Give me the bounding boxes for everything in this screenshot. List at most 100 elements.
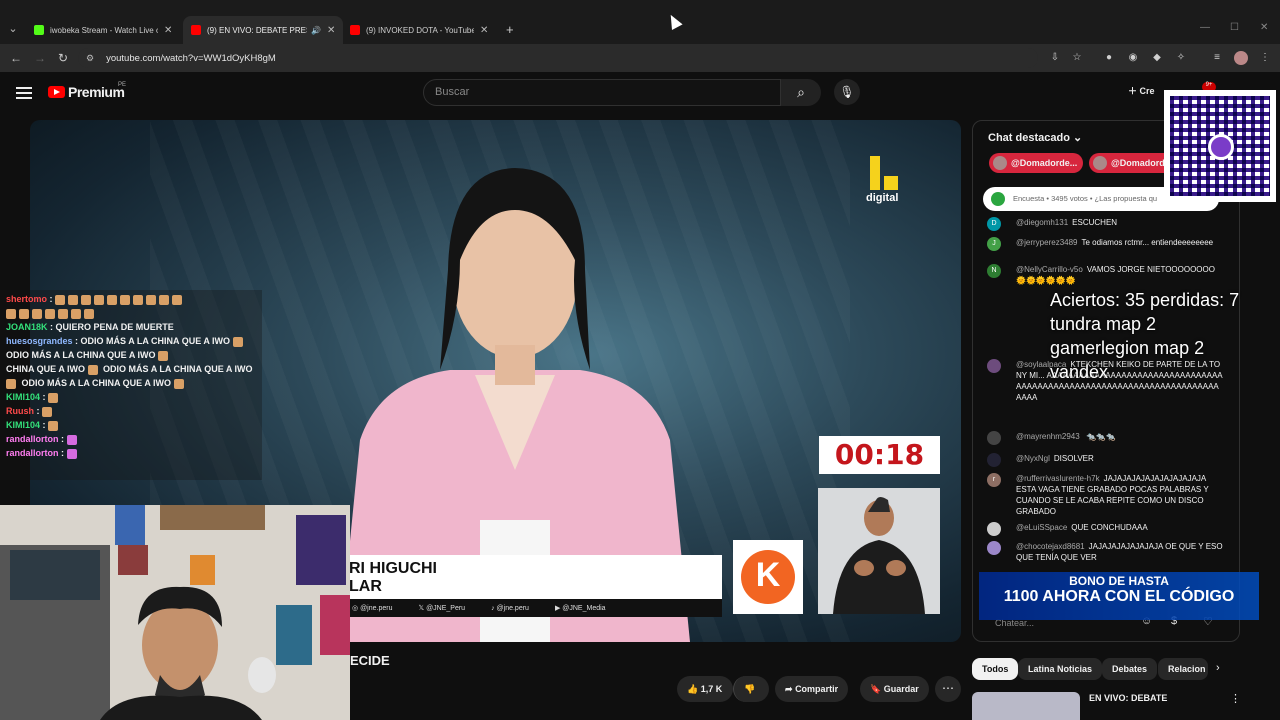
k-logo-letter: K — [755, 556, 781, 594]
chip-todos[interactable]: Todos — [972, 658, 1019, 680]
tab-invoked-dota[interactable]: (9) INVOKED DOTA - YouTube ✕ — [342, 16, 496, 44]
like-button[interactable]: 👍 1,7 K — [677, 676, 733, 702]
extension-icon[interactable]: ◉ — [1126, 51, 1140, 65]
overlay-chat-line: CHINA QUE A IWO ODIO MÁS A LA CHINA QUE … — [6, 364, 253, 375]
avatar — [987, 453, 1001, 467]
stats-line: tundra map 2 — [1050, 314, 1157, 334]
tab-title: iwobeka Stream - Watch Live o — [50, 25, 158, 35]
share-button[interactable]: ➦ Compartir — [775, 676, 849, 702]
chat-message: J @jerryperez3489 Te odiamos rctmr... ent… — [987, 237, 1223, 251]
tab-title: (9) INVOKED DOTA - YouTube — [366, 25, 474, 35]
stats-line: vandex — [1050, 362, 1109, 382]
extension-icon[interactable]: ● — [1102, 51, 1116, 65]
related-thumbnail[interactable] — [972, 692, 1080, 720]
overlay-chat-line: ODIO MÁS A LA CHINA QUE A IWO — [6, 348, 256, 362]
avatar: D — [987, 217, 1001, 231]
chevron-right-icon[interactable]: › — [1216, 662, 1220, 674]
browser-menu-icon[interactable]: ⋮ — [1258, 51, 1272, 65]
poll-text: Encuesta • 3495 votos • ¿Las propuesta q… — [1013, 194, 1158, 203]
overlay-chat-line: JOAN18K : QUIERO PENA DE MUERTE — [6, 322, 174, 332]
close-tab-icon[interactable]: ✕ — [327, 25, 335, 36]
search-input[interactable]: Buscar — [423, 79, 781, 106]
related-video-item[interactable]: EN VIVO: DEBATE ⋮ — [972, 690, 1272, 720]
search-icon[interactable]: ⌕ — [781, 79, 821, 106]
youtube-handle: ▶ @JNE_Media — [554, 605, 606, 612]
chat-message: @mayrenhm2943 🐀🐀🐀 — [987, 431, 1223, 445]
related-title[interactable]: EN VIVO: DEBATE — [1089, 693, 1167, 703]
chat-message: @NyxNgl DISOLVER — [987, 453, 1223, 467]
reload-icon[interactable]: ↻ — [58, 51, 68, 65]
youtube-favicon-icon — [350, 25, 360, 35]
more-actions-icon[interactable]: ⋯ — [935, 676, 961, 702]
speaker-icon[interactable]: 🔊 — [311, 26, 321, 35]
youtube-favicon-icon — [191, 25, 201, 35]
supporter-chip[interactable]: @Domadorde — [1089, 153, 1176, 173]
thumbs-down-icon: 👎 — [744, 683, 756, 694]
close-tab-icon[interactable]: ✕ — [164, 25, 172, 36]
instagram-handle: ◎ @jne.peru — [352, 605, 393, 612]
browser-toolbar: ← → ↻ ⚙ youtube.com/watch?v=WW1dOyKH8gM … — [0, 44, 1280, 72]
stats-line: gamerlegion map 2 — [1050, 338, 1205, 358]
close-tab-icon[interactable]: ✕ — [480, 25, 488, 36]
avatar — [987, 359, 1001, 373]
stats-line: Aciertos: 35 perdidas: 7 — [1050, 290, 1240, 310]
forward-icon[interactable]: → — [34, 51, 46, 65]
microphone-icon[interactable]: 🎙 — [834, 79, 860, 105]
sponsor-banner: BONO DE HASTA 1100 AHORA CON EL CÓDIGO — [979, 572, 1259, 620]
avatar: N — [987, 264, 1001, 278]
avatar — [987, 522, 1001, 536]
extensions-puzzle-icon[interactable]: ✧ — [1174, 51, 1188, 65]
chevron-down-icon: ⌄ — [1072, 132, 1083, 144]
country-code: PE — [118, 82, 127, 88]
channel-logo-label: digital — [866, 192, 899, 204]
save-button[interactable]: 🔖 Guardar — [860, 676, 929, 702]
stream-overlay-chat: shertomo : JOAN18K : QUIERO PENA DE MUER… — [0, 290, 262, 480]
overlay-chat-line — [6, 306, 256, 320]
chip-relacion[interactable]: Relacion — [1158, 658, 1208, 680]
hamburger-menu-icon[interactable] — [16, 84, 32, 100]
chat-message: @chocotejaxd8681 JAJAJAJAJAJAJAJA OE QUE … — [987, 541, 1223, 563]
streamer-webcam — [0, 505, 350, 720]
sponsor-banner-line2: 1100 AHORA CON EL CÓDIGO — [1003, 588, 1235, 605]
close-window-icon[interactable]: ✕ — [1260, 22, 1268, 33]
site-info-icon[interactable]: ⚙ — [86, 53, 94, 64]
tab-kick-stream[interactable]: iwobeka Stream - Watch Live o ✕ — [26, 16, 180, 44]
overlay-chat-line: KIMI104 : — [6, 418, 256, 432]
maximize-icon[interactable]: ☐ — [1230, 22, 1239, 33]
overlay-chat-line: randallorton : — [6, 446, 256, 460]
chip-debates[interactable]: Debates — [1102, 658, 1158, 680]
debate-timer: 00:18 — [819, 436, 940, 474]
overlay-chat-line: huesosgrandes : ODIO MÁS A LA CHINA QUE … — [6, 334, 256, 348]
overlay-chat-line: shertomo : — [6, 292, 256, 306]
chat-mode-dropdown[interactable]: Chat destacado ⌄ — [988, 131, 1082, 144]
tab-search-button[interactable]: ⌄ — [4, 20, 22, 38]
tab-debate[interactable]: (9) EN VIVO: DEBATE PRESI 🔊 ✕ — [183, 16, 344, 44]
share-label: Compartir — [795, 684, 839, 694]
reading-list-icon[interactable]: ≡ — [1210, 51, 1224, 65]
new-tab-button[interactable]: + — [506, 22, 514, 37]
browser-tabbar: ⌄ iwobeka Stream - Watch Live o ✕ (9) EN… — [0, 0, 1280, 44]
supporter-chip[interactable]: @Domadorde... — [989, 153, 1084, 173]
install-app-icon[interactable]: ⇩ — [1048, 51, 1062, 65]
chat-message: r @rufferrivaslurente-h7k JAJAJAJAJAJAJAJ… — [987, 473, 1223, 517]
chip-latina-noticias[interactable]: Latina Noticias — [1018, 658, 1103, 680]
address-bar[interactable]: ⚙ youtube.com/watch?v=WW1dOyKH8gM — [78, 48, 1038, 68]
extension-icon[interactable]: ◆ — [1150, 51, 1164, 65]
create-button[interactable]: ＋ Cre — [1128, 84, 1155, 97]
overlay-chat-line: Ruush : — [6, 404, 256, 418]
bookmark-star-icon[interactable]: ☆ — [1070, 51, 1084, 65]
thumbs-up-icon: 👍 — [687, 683, 699, 694]
profile-avatar[interactable] — [1234, 51, 1248, 65]
like-count: 1,7 K — [700, 684, 723, 694]
minimize-icon[interactable]: — — [1200, 22, 1210, 33]
url-text: youtube.com/watch?v=WW1dOyKH8gM — [106, 52, 276, 64]
prediction-stats-overlay: Aciertos: 35 perdidas: 7 tundra map 2 ga… — [1050, 288, 1239, 384]
lower-third-role: LAR — [349, 578, 382, 595]
overlay-chat-line: randallorton : — [6, 432, 256, 446]
dislike-button[interactable]: 👎 — [733, 676, 769, 702]
back-icon[interactable]: ← — [10, 51, 22, 65]
youtube-logo[interactable]: Premium PE — [48, 82, 127, 100]
chat-header-label: Chat destacado — [988, 132, 1070, 144]
kebab-menu-icon[interactable]: ⋮ — [1230, 692, 1241, 705]
video-title: ECIDE — [350, 653, 390, 668]
